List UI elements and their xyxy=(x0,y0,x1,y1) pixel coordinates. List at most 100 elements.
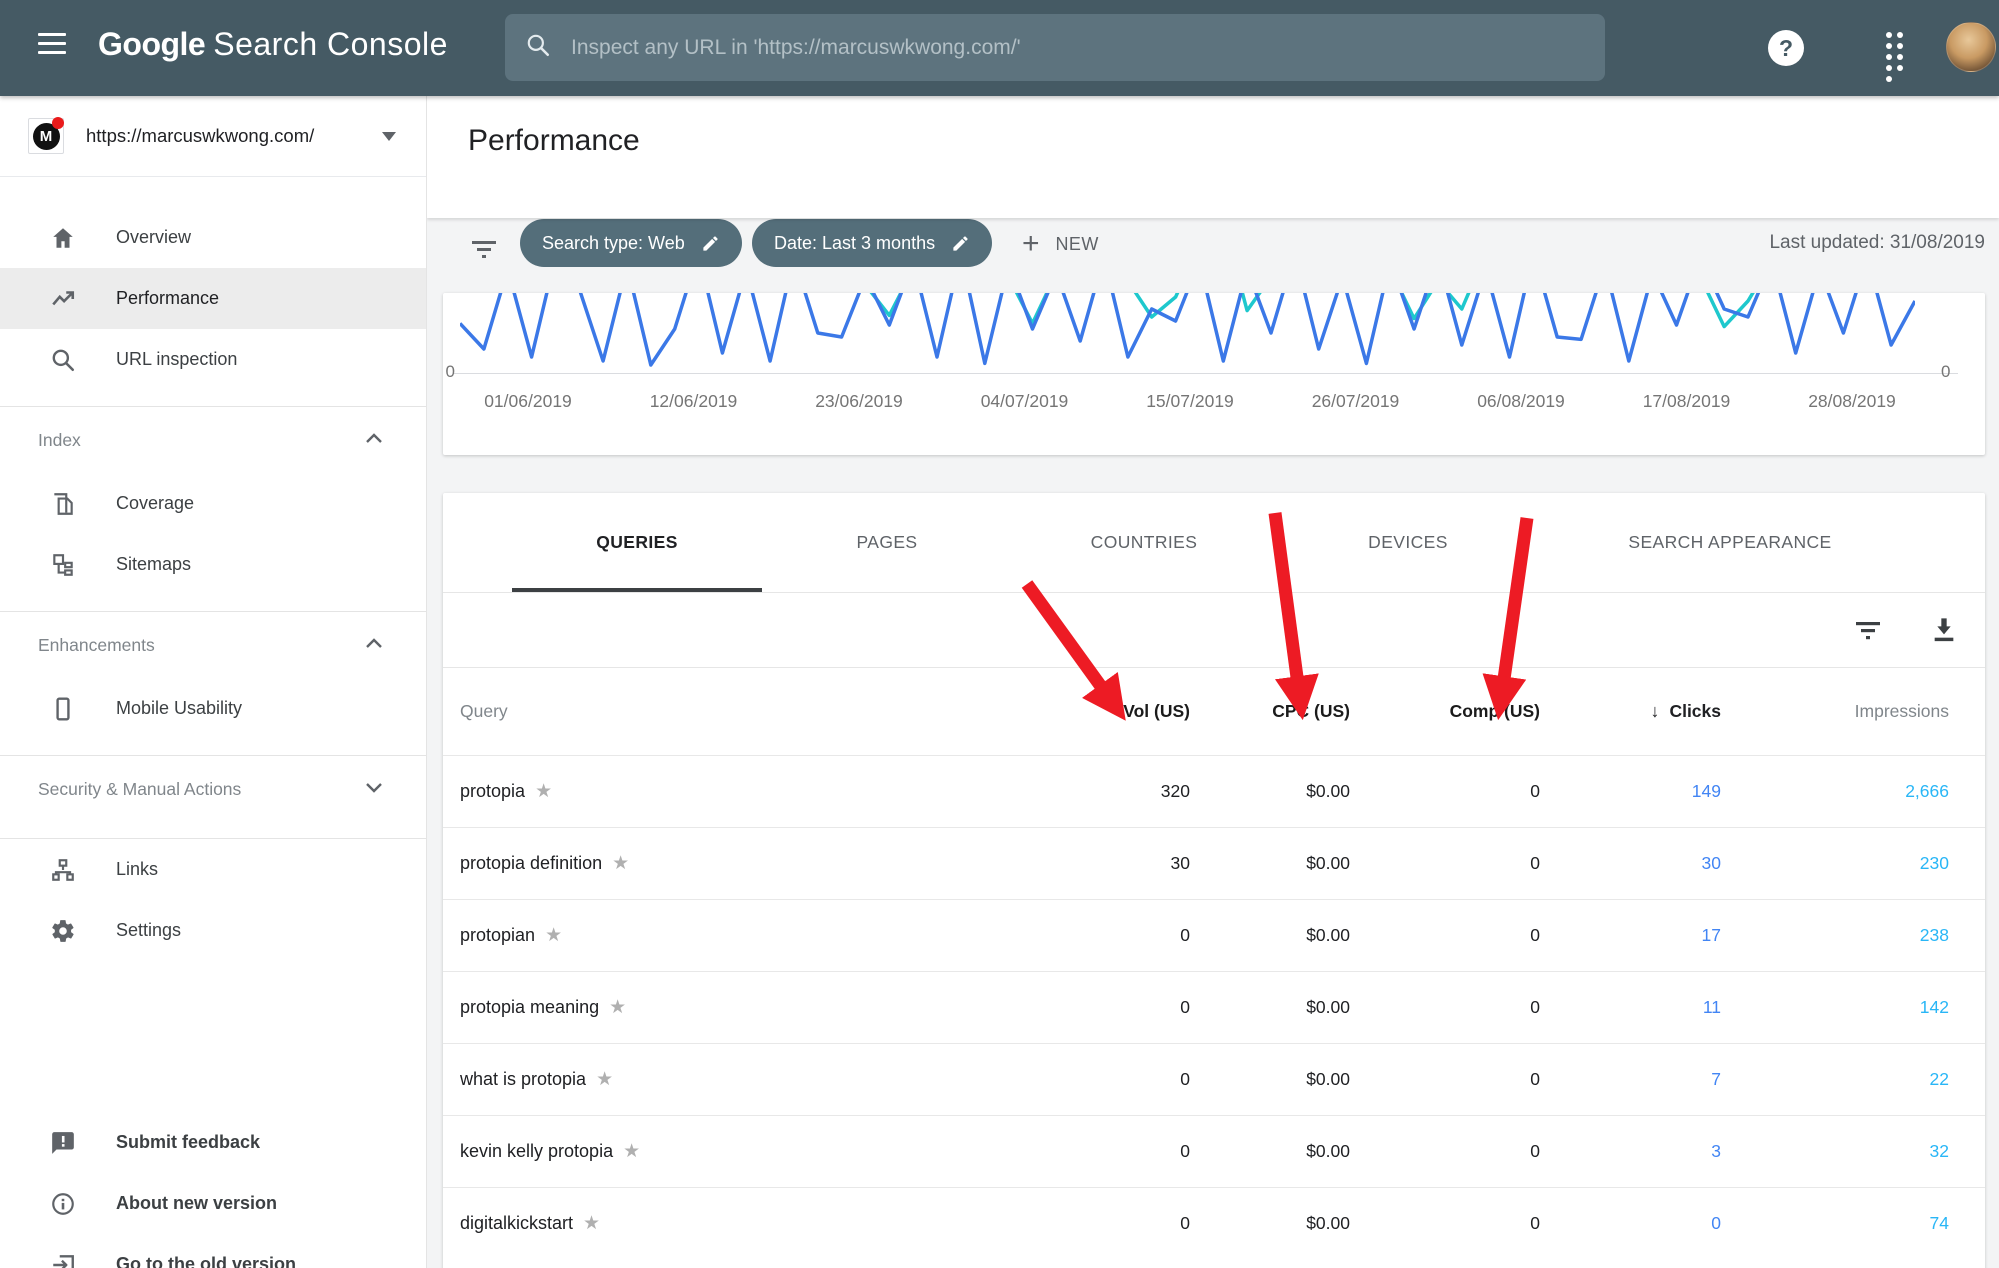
column-label: Impressions xyxy=(1854,701,1949,721)
sidebar-item-submit-feedback[interactable]: Submit feedback xyxy=(0,1112,426,1173)
column-label: CPC (US) xyxy=(1272,701,1350,721)
table-row[interactable]: protopian ★ 0 $0.00 0 17 238 xyxy=(443,899,1985,971)
cpc-cell: $0.00 xyxy=(1306,1213,1350,1233)
sidebar-section-index[interactable]: Index xyxy=(0,407,426,473)
google-apps-grid-icon[interactable] xyxy=(1886,32,1916,82)
table-row[interactable]: what is protopia ★ 0 $0.00 0 7 22 xyxy=(443,1043,1985,1115)
sidebar-item-mobile-usability[interactable]: Mobile Usability xyxy=(0,678,426,739)
column-header-vol-us-[interactable]: Vol (US) xyxy=(880,701,1190,722)
query-cell: protopian ★ xyxy=(460,924,880,947)
last-updated-label: Last updated: 31/08/2019 xyxy=(1769,232,1985,253)
chart-line-clicks xyxy=(460,293,1915,367)
query-text: protopia xyxy=(460,781,526,801)
date-filter-chip[interactable]: Date: Last 3 months xyxy=(752,219,993,267)
comp-cell: 0 xyxy=(1530,781,1540,801)
table-row[interactable]: protopia meaning ★ 0 $0.00 0 11 142 xyxy=(443,971,1985,1043)
vol-cell: 0 xyxy=(1180,1069,1190,1089)
sidebar-item-label: URL inspection xyxy=(116,349,238,369)
x-axis-tick: 01/06/2019 xyxy=(484,391,572,411)
sidebar-section-security-manual-actions[interactable]: Security & Manual Actions xyxy=(0,756,426,822)
tab-pages[interactable]: PAGES xyxy=(762,493,1012,592)
star-icon[interactable]: ★ xyxy=(623,1140,640,1163)
sidebar-item-links[interactable]: Links xyxy=(0,839,426,900)
chevron-up-icon[interactable] xyxy=(364,431,384,450)
search-icon xyxy=(50,347,76,373)
gear-icon xyxy=(50,918,76,944)
mobile-phone-icon xyxy=(50,696,76,722)
sidebar-item-url-inspection[interactable]: URL inspection xyxy=(0,329,426,390)
column-header-query[interactable]: Query xyxy=(460,701,880,722)
filter-funnel-icon[interactable] xyxy=(469,234,499,269)
sidebar-item-overview[interactable]: Overview xyxy=(0,207,426,268)
star-icon[interactable]: ★ xyxy=(545,924,562,947)
tab-search-appearance[interactable]: SEARCH APPEARANCE xyxy=(1540,493,1920,592)
new-filter-button[interactable]: + NEW xyxy=(1022,227,1099,261)
star-icon[interactable]: ★ xyxy=(535,780,552,803)
y-axis-left-zero: 0 xyxy=(445,362,455,381)
tab-queries[interactable]: QUERIES xyxy=(512,493,762,592)
active-tab-underline xyxy=(512,588,762,592)
sidebar-item-go-to-the-old-version[interactable]: Go to the old version xyxy=(0,1234,426,1268)
sidebar-section-enhancements[interactable]: Enhancements xyxy=(0,612,426,678)
star-icon[interactable]: ★ xyxy=(596,1068,613,1091)
download-icon[interactable] xyxy=(1928,613,1960,650)
cpc-cell: $0.00 xyxy=(1306,925,1350,945)
help-icon[interactable]: ? xyxy=(1768,30,1804,66)
column-header-clicks[interactable]: ↓ Clicks xyxy=(1540,701,1721,722)
page-title-band: Performance xyxy=(427,96,1999,218)
vol-cell: 30 xyxy=(1170,853,1190,873)
tab-devices[interactable]: DEVICES xyxy=(1276,493,1540,592)
property-selector[interactable]: M https://marcuswkwong.com/ xyxy=(0,96,426,177)
column-header-cpc-us-[interactable]: CPC (US) xyxy=(1190,701,1350,722)
vol-cell: 0 xyxy=(1180,1141,1190,1161)
tab-label: QUERIES xyxy=(596,532,678,552)
section-label: Security & Manual Actions xyxy=(38,778,242,799)
sidebar-item-settings[interactable]: Settings xyxy=(0,900,426,961)
comp-cell: 0 xyxy=(1530,853,1540,873)
sidebar-item-about-new-version[interactable]: About new version xyxy=(0,1173,426,1234)
x-axis-tick: 12/06/2019 xyxy=(649,391,738,411)
tab-label: DEVICES xyxy=(1368,532,1448,552)
property-url: https://marcuswkwong.com/ xyxy=(86,125,315,146)
chevron-up-icon[interactable] xyxy=(364,636,384,655)
query-text: protopia definition xyxy=(460,853,603,873)
vol-cell: 0 xyxy=(1180,925,1190,945)
search-type-filter-chip[interactable]: Search type: Web xyxy=(520,219,742,267)
table-header-row: Query Vol (US) CPC (US) Comp (US) ↓ Clicks Imp… xyxy=(443,668,1985,755)
column-header-impressions[interactable]: Impressions xyxy=(1721,701,1949,722)
chevron-down-icon[interactable] xyxy=(364,780,384,799)
table-row[interactable]: kevin kelly protopia ★ 0 $0.00 0 3 32 xyxy=(443,1115,1985,1187)
table-row[interactable]: protopia definition ★ 30 $0.00 0 30 230 xyxy=(443,827,1985,899)
tab-countries[interactable]: COUNTRIES xyxy=(1012,493,1276,592)
search-icon xyxy=(525,32,551,63)
page-title: Performance xyxy=(468,124,640,157)
column-label: Comp (US) xyxy=(1449,701,1540,721)
sidebar-item-sitemaps[interactable]: Sitemaps xyxy=(0,534,426,595)
star-icon[interactable]: ★ xyxy=(583,1212,600,1235)
table-row[interactable]: protopia ★ 320 $0.00 0 149 2,666 xyxy=(443,755,1985,827)
hamburger-menu-icon[interactable] xyxy=(38,33,68,63)
app-logo: Google Search Console xyxy=(98,26,448,63)
sidebar-nav: Overview Performance URL inspection Index… xyxy=(0,177,426,961)
clicks-cell: 0 xyxy=(1711,1213,1721,1233)
sidebar-item-coverage[interactable]: Coverage xyxy=(0,473,426,534)
star-icon[interactable]: ★ xyxy=(612,852,629,875)
google-search-console-app: Google Search Console Inspect any URL in … xyxy=(0,0,1999,1268)
performance-chart[interactable] xyxy=(460,293,1915,373)
query-cell: kevin kelly protopia ★ xyxy=(460,1140,880,1163)
sidebar-item-label: Submit feedback xyxy=(116,1132,261,1152)
section-label: Index xyxy=(38,429,81,450)
url-inspect-search-input[interactable]: Inspect any URL in 'https://marcuswkwong… xyxy=(505,14,1605,81)
column-header-comp-us-[interactable]: Comp (US) xyxy=(1350,701,1540,722)
query-text: what is protopia xyxy=(460,1069,587,1089)
table-row[interactable]: digitalkickstart ★ 0 $0.00 0 0 74 xyxy=(443,1187,1985,1259)
plus-icon: + xyxy=(1022,227,1040,260)
query-cell: protopia meaning ★ xyxy=(460,996,880,1019)
query-text: protopia meaning xyxy=(460,997,600,1017)
table-filter-icon[interactable] xyxy=(1853,615,1883,650)
sidebar-item-performance[interactable]: Performance xyxy=(0,268,426,329)
user-avatar[interactable] xyxy=(1946,22,1996,72)
star-icon[interactable]: ★ xyxy=(609,996,626,1019)
exit-icon xyxy=(50,1252,76,1268)
impressions-cell: 22 xyxy=(1929,1069,1949,1089)
